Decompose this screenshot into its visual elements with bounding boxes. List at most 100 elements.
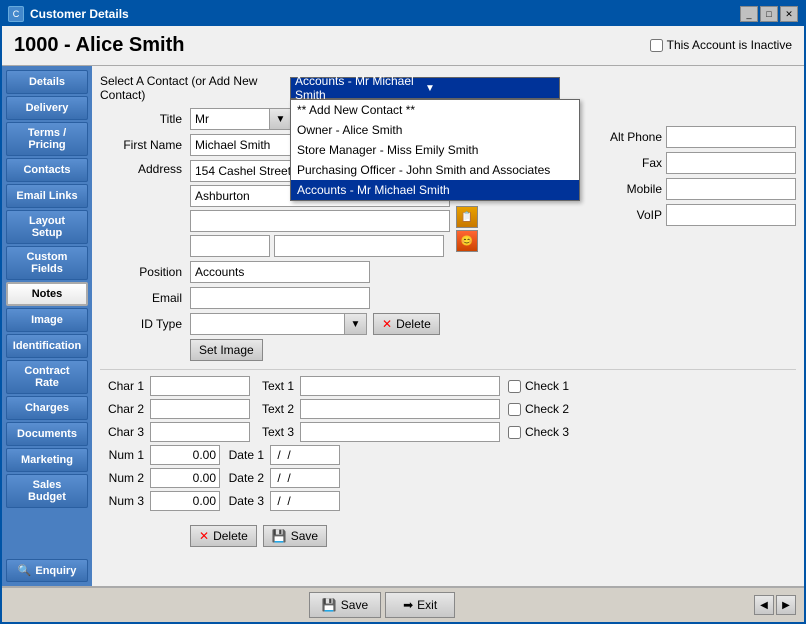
close-button[interactable]: ✕	[780, 6, 798, 22]
alt-phone-row: Alt Phone	[597, 126, 796, 148]
sidebar-item-details[interactable]: Details	[6, 70, 88, 94]
delete-id-icon: ✕	[382, 317, 392, 331]
fax-input[interactable]	[666, 152, 796, 174]
sidebar-item-contract-rate[interactable]: Contract Rate	[6, 360, 88, 394]
char3-row: Char 3 Text 3 Check 3	[100, 422, 796, 442]
sidebar-item-contacts[interactable]: Contacts	[6, 158, 88, 182]
delete-icon: ✕	[199, 529, 209, 543]
mobile-input[interactable]	[666, 178, 796, 200]
char2-input[interactable]	[150, 399, 250, 419]
check1-label: Check 1	[525, 379, 569, 393]
dropdown-option-owner[interactable]: Owner - Alice Smith	[291, 120, 579, 140]
check3-checkbox[interactable]	[508, 426, 521, 439]
sidebar-item-identification[interactable]: Identification	[6, 334, 88, 358]
address-line3-input[interactable]	[190, 210, 450, 232]
sidebar: Details Delivery Terms / Pricing Contact…	[2, 66, 92, 586]
sidebar-item-charges[interactable]: Charges	[6, 396, 88, 420]
inactive-checkbox[interactable]	[650, 39, 663, 52]
sidebar-item-terms-pricing[interactable]: Terms / Pricing	[6, 122, 88, 156]
char1-row: Char 1 Text 1 Check 1	[100, 376, 796, 396]
save-label: Save	[291, 529, 318, 543]
maximize-button[interactable]: □	[760, 6, 778, 22]
num2-input[interactable]	[150, 468, 220, 488]
voip-row: VoIP	[597, 204, 796, 226]
check1-checkbox[interactable]	[508, 380, 521, 393]
sidebar-item-notes[interactable]: Notes	[6, 282, 88, 306]
nav-next-button[interactable]: ▶	[776, 595, 796, 615]
id-type-actions: ✕ Delete	[373, 313, 440, 335]
dropdown-option-accounts[interactable]: Accounts - Mr Michael Smith	[291, 180, 579, 200]
date3-label: Date 3	[220, 494, 270, 508]
position-row: Position	[100, 261, 796, 283]
date2-label: Date 2	[220, 471, 270, 485]
delete-button[interactable]: ✕ Delete	[190, 525, 257, 547]
sidebar-item-marketing[interactable]: Marketing	[6, 448, 88, 472]
contact-select-row: Select A Contact (or Add New Contact) Ac…	[100, 74, 796, 102]
form-area: Select A Contact (or Add New Contact) Ac…	[92, 66, 804, 586]
id-type-dropdown-btn[interactable]: ▼	[345, 313, 367, 335]
id-type-label: ID Type	[100, 317, 190, 331]
enquiry-button[interactable]: 🔍 Enquiry	[6, 559, 88, 582]
minimize-button[interactable]: _	[740, 6, 758, 22]
sidebar-item-image[interactable]: Image	[6, 308, 88, 332]
nav-prev-button[interactable]: ◀	[754, 595, 774, 615]
footer-save-label: Save	[341, 598, 368, 612]
window-icon: C	[8, 6, 24, 22]
dropdown-option-purchasing-officer[interactable]: Purchasing Officer - John Smith and Asso…	[291, 160, 579, 180]
text3-input[interactable]	[300, 422, 500, 442]
email-input[interactable]	[190, 287, 370, 309]
fax-label: Fax	[597, 156, 662, 170]
char3-input[interactable]	[150, 422, 250, 442]
title-dropdown-btn[interactable]: ▼	[270, 108, 292, 130]
voip-input[interactable]	[666, 204, 796, 226]
customer-details-window: C Customer Details _ □ ✕ 1000 - Alice Sm…	[0, 0, 806, 624]
contact-select-dropdown[interactable]: Accounts - Mr Michael Smith ▼	[290, 77, 560, 99]
title-input[interactable]	[190, 108, 270, 130]
set-image-button[interactable]: Set Image	[190, 339, 263, 361]
fax-row: Fax	[597, 152, 796, 174]
delete-id-button[interactable]: ✕ Delete	[373, 313, 440, 335]
footer-exit-button[interactable]: ➡ Exit	[385, 592, 455, 618]
sidebar-item-email-links[interactable]: Email Links	[6, 184, 88, 208]
sidebar-item-custom-fields[interactable]: Custom Fields	[6, 246, 88, 280]
title-label: Title	[100, 112, 190, 126]
dropdown-option-store-manager[interactable]: Store Manager - Miss Emily Smith	[291, 140, 579, 160]
num3-input[interactable]	[150, 491, 220, 511]
address-icon-btn-2[interactable]: 😊	[456, 230, 478, 252]
text3-label: Text 3	[250, 425, 300, 439]
sidebar-item-delivery[interactable]: Delivery	[6, 96, 88, 120]
sidebar-item-sales-budget[interactable]: Sales Budget	[6, 474, 88, 508]
id-type-input[interactable]	[190, 313, 345, 335]
dropdown-option-add-new[interactable]: ** Add New Contact **	[291, 100, 579, 120]
delete-label: Delete	[213, 529, 248, 543]
postcode-input[interactable]	[190, 235, 270, 257]
date1-input[interactable]	[270, 445, 340, 465]
text2-input[interactable]	[300, 399, 500, 419]
phone-section: Alt Phone Fax Mobile VoIP	[597, 126, 796, 230]
num2-row: Num 2 Date 2	[100, 468, 796, 488]
check2-checkbox[interactable]	[508, 403, 521, 416]
text1-input[interactable]	[300, 376, 500, 396]
date3-input[interactable]	[270, 491, 340, 511]
enquiry-label: Enquiry	[35, 565, 76, 577]
window-title: Customer Details	[30, 7, 129, 21]
check1-section: Check 1	[508, 379, 569, 393]
save-button[interactable]: 💾 Save	[263, 525, 327, 547]
date2-input[interactable]	[270, 468, 340, 488]
sidebar-item-documents[interactable]: Documents	[6, 422, 88, 446]
address-icon-btn-1[interactable]: 📋	[456, 206, 478, 228]
footer-save-button[interactable]: 💾 Save	[309, 592, 381, 618]
check3-row: Check 3	[508, 425, 569, 439]
voip-label: VoIP	[597, 208, 662, 222]
email-row: Email	[100, 287, 796, 309]
char1-input[interactable]	[150, 376, 250, 396]
num1-input[interactable]	[150, 445, 220, 465]
title-bar: C Customer Details _ □ ✕	[2, 2, 804, 26]
text1-label: Text 1	[250, 379, 300, 393]
country-input[interactable]	[274, 235, 444, 257]
alt-phone-input[interactable]	[666, 126, 796, 148]
mobile-row: Mobile	[597, 178, 796, 200]
sidebar-item-layout-setup[interactable]: Layout Setup	[6, 210, 88, 244]
position-input[interactable]	[190, 261, 370, 283]
email-label: Email	[100, 291, 190, 305]
